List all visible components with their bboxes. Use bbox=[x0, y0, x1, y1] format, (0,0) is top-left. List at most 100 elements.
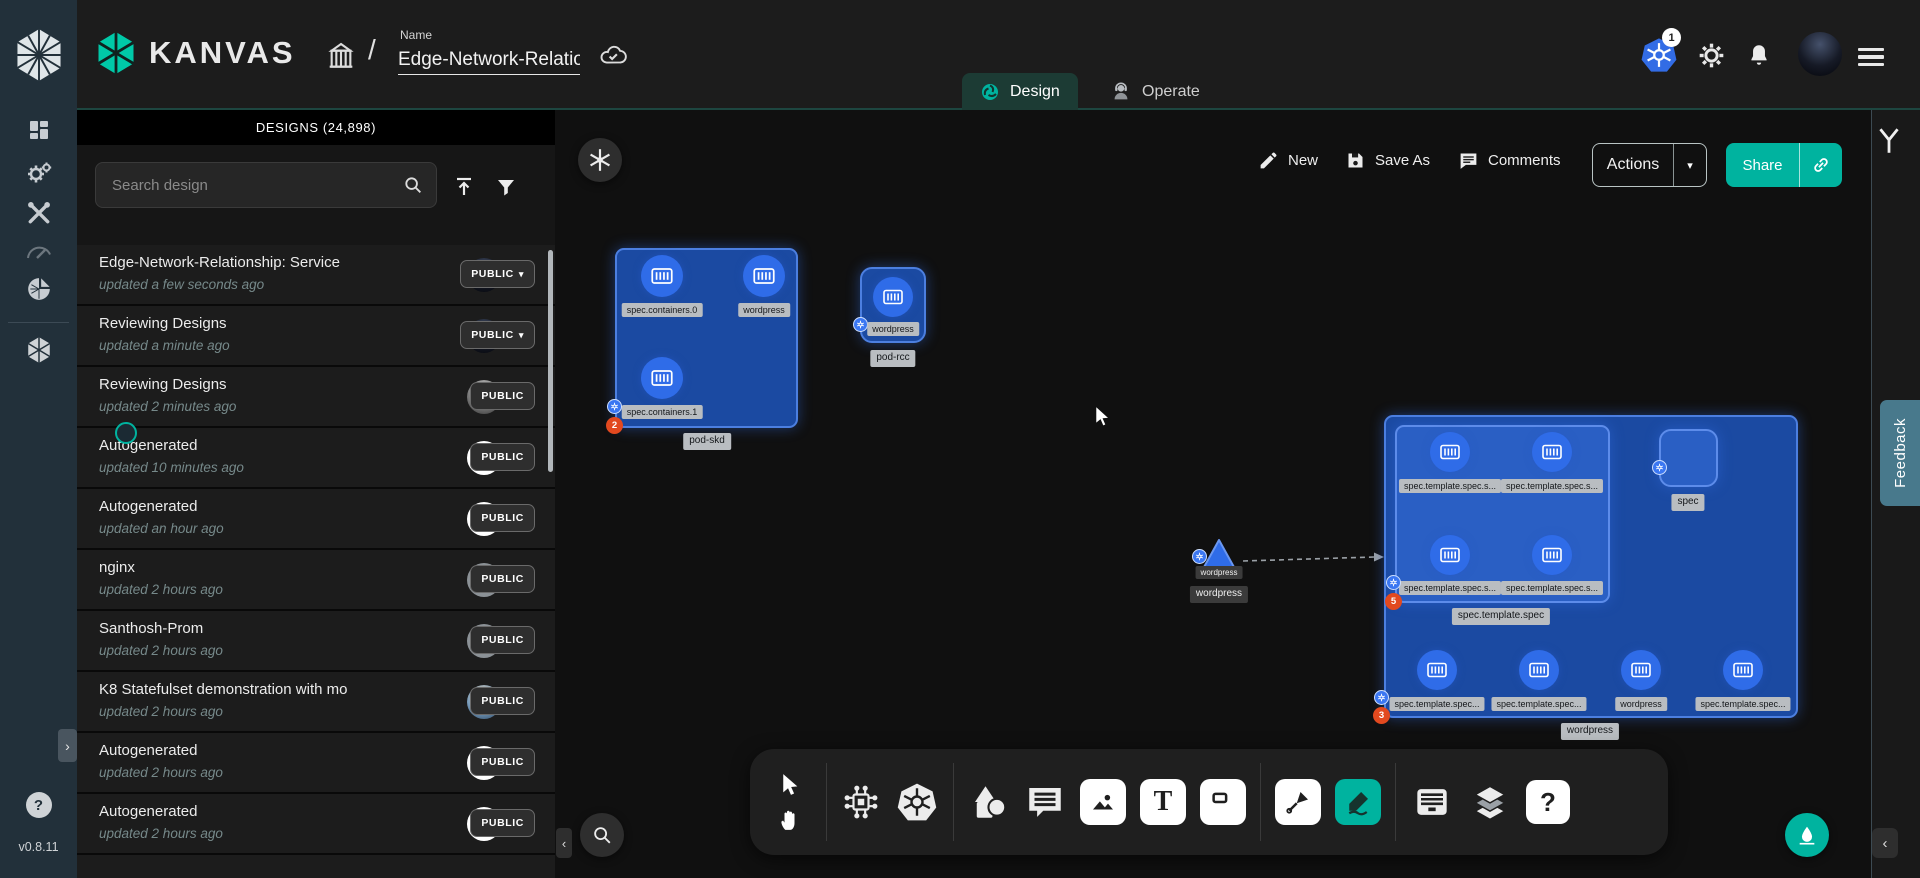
design-list-item[interactable]: Autogenerated updated 10 minutes ago PUB… bbox=[77, 428, 555, 489]
publish-fab[interactable] bbox=[1785, 813, 1829, 857]
design-name: Autogenerated bbox=[99, 803, 379, 820]
pod-template-group-node[interactable] bbox=[1395, 425, 1610, 603]
hierarchy-toggle-button[interactable] bbox=[1876, 126, 1902, 156]
actions-button[interactable]: Actions ▾ bbox=[1592, 143, 1707, 187]
comments-button[interactable]: Comments bbox=[1458, 150, 1561, 171]
visibility-button[interactable]: PUBLIC bbox=[470, 443, 535, 471]
freehand-draw-button[interactable] bbox=[1335, 779, 1381, 825]
text-tool-button[interactable]: T bbox=[1140, 779, 1186, 825]
visibility-button[interactable]: PUBLIC bbox=[470, 687, 535, 715]
user-avatar[interactable] bbox=[1798, 32, 1842, 76]
visibility-button[interactable]: PUBLIC bbox=[470, 748, 535, 776]
nav-extensions-icon[interactable] bbox=[0, 276, 77, 302]
share-button[interactable]: Share bbox=[1726, 143, 1842, 187]
design-list-item[interactable]: Autogenerated updated 2 hours ago PUBLIC bbox=[77, 794, 555, 855]
nav-performance-icon[interactable] bbox=[0, 240, 77, 262]
design-list-item[interactable]: Edge-Network-Relationship: Service updat… bbox=[77, 245, 555, 306]
container-node[interactable] bbox=[1519, 650, 1559, 690]
visibility-button[interactable]: PUBLIC bbox=[470, 382, 535, 410]
design-list-item[interactable]: Autogenerated updated an hour ago PUBLIC bbox=[77, 489, 555, 550]
kanvas-brand[interactable]: KANVAS bbox=[95, 30, 296, 76]
breadcrumb-separator: / bbox=[368, 34, 376, 66]
kubernetes-tool-button[interactable] bbox=[895, 780, 939, 824]
pan-tool-button[interactable] bbox=[777, 807, 802, 832]
visibility-button[interactable]: PUBLIC bbox=[470, 809, 535, 837]
components-tool-button[interactable] bbox=[841, 782, 881, 822]
notifications-button[interactable] bbox=[1746, 42, 1772, 68]
design-updated: updated 10 minutes ago bbox=[99, 460, 244, 475]
expand-panel-button[interactable]: › bbox=[58, 729, 77, 762]
group-label: pod-rcc bbox=[870, 350, 915, 367]
container-node[interactable] bbox=[1621, 650, 1661, 690]
collapse-panel-chevron[interactable]: ‹ bbox=[556, 828, 572, 858]
droplet-icon bbox=[1796, 824, 1818, 846]
container-node[interactable] bbox=[1430, 432, 1470, 472]
container-node[interactable] bbox=[641, 357, 683, 399]
settings-button[interactable] bbox=[1698, 42, 1725, 69]
nav-dashboard-icon[interactable] bbox=[0, 118, 77, 142]
container-icon bbox=[1731, 658, 1755, 682]
design-list-item[interactable]: Santhosh-Prom updated 2 hours ago PUBLIC bbox=[77, 611, 555, 672]
copy-link-icon[interactable] bbox=[1800, 155, 1842, 175]
filter-button[interactable] bbox=[491, 172, 521, 202]
collapse-right-chevron[interactable]: ‹ bbox=[1872, 828, 1898, 858]
error-count-badge[interactable]: 2 bbox=[606, 417, 623, 434]
import-design-button[interactable] bbox=[449, 172, 479, 202]
select-tool-button[interactable] bbox=[777, 772, 802, 797]
container-node[interactable] bbox=[1417, 650, 1457, 690]
note-tool-button[interactable] bbox=[1200, 779, 1246, 825]
design-list-item[interactable]: K8 Statefulset demonstration with mo upd… bbox=[77, 672, 555, 733]
search-input[interactable] bbox=[96, 177, 402, 194]
container-node[interactable] bbox=[873, 277, 913, 317]
visibility-button[interactable]: PUBLIC bbox=[470, 626, 535, 654]
nav-configuration-icon[interactable] bbox=[0, 200, 77, 226]
design-name-input[interactable] bbox=[398, 46, 580, 75]
workspace-icon[interactable] bbox=[325, 40, 357, 72]
shapes-tool-button[interactable] bbox=[968, 781, 1010, 823]
meshery-logo[interactable] bbox=[0, 0, 77, 110]
dock-toggle-button[interactable] bbox=[578, 138, 622, 182]
layers-tool-button[interactable] bbox=[1468, 780, 1512, 824]
save-as-button[interactable]: Save As bbox=[1345, 150, 1430, 171]
nav-kanvas-icon[interactable] bbox=[0, 336, 77, 364]
new-button[interactable]: New bbox=[1258, 150, 1318, 171]
feedback-button[interactable]: Feedback bbox=[1880, 400, 1920, 506]
error-count-badge[interactable]: 3 bbox=[1373, 707, 1390, 724]
kubernetes-context-button[interactable]: 1 bbox=[1640, 36, 1678, 74]
dock-help-button[interactable]: ? bbox=[1526, 780, 1570, 824]
container-node[interactable] bbox=[641, 255, 683, 297]
relationship-edge[interactable] bbox=[1240, 545, 1390, 571]
design-search[interactable] bbox=[95, 162, 437, 208]
image-tool-button[interactable] bbox=[1080, 779, 1126, 825]
design-list-item[interactable]: nginx updated 2 hours ago PUBLIC bbox=[77, 550, 555, 611]
menu-button[interactable] bbox=[1858, 43, 1884, 71]
container-node[interactable] bbox=[743, 255, 785, 297]
container-node[interactable] bbox=[1532, 535, 1572, 575]
container-node[interactable] bbox=[1723, 650, 1763, 690]
visibility-label: PUBLIC bbox=[481, 634, 524, 646]
tab-operate[interactable]: Operate bbox=[1092, 73, 1218, 110]
nav-lifecycle-icon[interactable] bbox=[0, 160, 77, 186]
container-node[interactable] bbox=[1532, 432, 1572, 472]
help-button[interactable]: ? bbox=[0, 792, 77, 818]
annotation-tool-button[interactable] bbox=[1024, 781, 1066, 823]
visibility-button[interactable]: PUBLIC bbox=[470, 565, 535, 593]
visibility-button[interactable]: PUBLIC ▾ bbox=[460, 260, 535, 288]
design-list-item-partial[interactable] bbox=[77, 855, 555, 878]
design-list-item[interactable]: Reviewing Designs updated 2 minutes ago … bbox=[77, 367, 555, 428]
panel-scrollbar[interactable] bbox=[548, 250, 553, 472]
drawer-tool-button[interactable] bbox=[1410, 780, 1454, 824]
zoom-search-button[interactable] bbox=[580, 813, 624, 857]
pen-tool-button[interactable] bbox=[1275, 779, 1321, 825]
tab-design[interactable]: Design bbox=[962, 73, 1078, 110]
container-node[interactable] bbox=[1430, 535, 1470, 575]
design-updated: updated 2 hours ago bbox=[99, 765, 223, 780]
caret-down-icon[interactable]: ▾ bbox=[1674, 159, 1706, 172]
visibility-button[interactable]: PUBLIC bbox=[470, 504, 535, 532]
error-count-badge[interactable]: 5 bbox=[1385, 593, 1402, 610]
visibility-button[interactable]: PUBLIC ▾ bbox=[460, 321, 535, 349]
spec-node[interactable] bbox=[1659, 429, 1718, 487]
design-list-item[interactable]: Reviewing Designs updated a minute ago P… bbox=[77, 306, 555, 367]
container-icon bbox=[1425, 658, 1449, 682]
design-list-item[interactable]: Autogenerated updated 2 hours ago PUBLIC bbox=[77, 733, 555, 794]
